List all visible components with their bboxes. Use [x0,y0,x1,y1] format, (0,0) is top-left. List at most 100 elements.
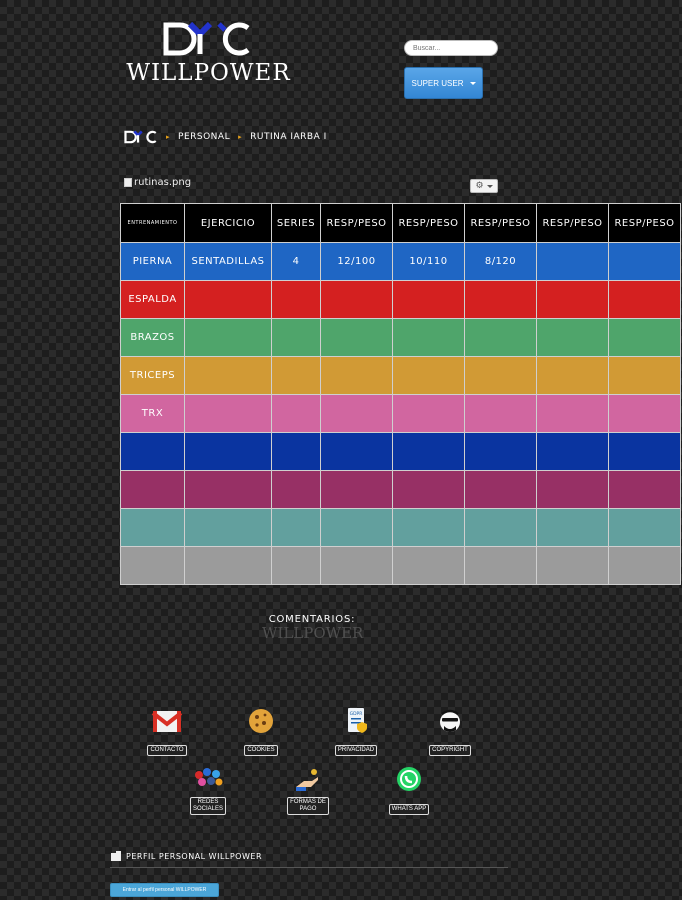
image-alt-text: rutinas.png [134,177,192,188]
table-cell [608,356,681,395]
footer-label: REDES SOCIALES [189,797,226,815]
table-cell [271,318,321,357]
table-cell: BRAZOS [120,318,185,357]
table-cell: 4 [271,242,321,281]
footer-contacto-link[interactable]: CONTACTO [137,706,197,756]
table-cell [464,394,537,433]
routine-table: ENTRENAMIENTO EJERCICIO SERIES RESP/PESO… [120,203,681,585]
footer-label: COOKIES [244,745,278,756]
gdpr-document-icon: GDPR [348,708,367,733]
table-row [120,546,681,585]
table-cell [392,280,465,319]
table-cell [184,508,272,547]
table-cell [320,470,393,509]
search-input[interactable] [404,40,498,56]
table-cell [271,432,321,471]
table-cell [536,280,609,319]
settings-dropdown-button[interactable]: ⚙ [470,179,498,193]
table-row: ESPALDA [120,280,681,319]
broken-image-icon [124,178,132,187]
table-cell [608,508,681,547]
footer-label: CONTACTO [147,745,187,756]
gmail-icon [151,711,183,732]
table-cell [320,318,393,357]
gear-icon: ⚙ [475,181,484,191]
table-cell [608,470,681,509]
table-cell [320,356,393,395]
table-cell: ESPALDA [120,280,185,319]
user-menu-button[interactable]: SUPER USER [404,67,483,99]
building-icon [111,851,121,861]
footer-label-line: SOCIALES [192,806,223,812]
table-header-row: ENTRENAMIENTO EJERCICIO SERIES RESP/PESO… [120,203,681,243]
column-header: RESP/PESO [608,203,681,243]
enter-profile-button[interactable]: Entrar al perfil personal WILLPOWER [110,883,219,897]
breadcrumb: ▸ PERSONAL ▸ RUTINA IARBA I [124,128,327,146]
table-cell [608,318,681,357]
footer-redes-link[interactable]: REDES SOCIALES [178,765,238,815]
table-cell [536,432,609,471]
home-logo-icon[interactable] [124,130,158,144]
table-cell [271,394,321,433]
table-row: PIERNA SENTADILLAS 4 12/100 10/110 8/120 [120,242,681,281]
table-cell [392,546,465,585]
column-header: ENTRENAMIENTO [120,203,185,243]
cookie-icon [249,709,273,733]
table-cell [184,280,272,319]
table-cell [320,394,393,433]
footer-label: PRIVACIDAD [334,745,378,756]
comments-title: COMENTARIOS: [268,614,356,625]
table-cell [608,546,681,585]
table-cell [184,318,272,357]
footer-whatsapp-link[interactable]: WHATS APP [379,765,439,815]
table-cell [184,394,272,433]
breadcrumb-item-current: RUTINA IARBA I [250,132,327,142]
footer-label: FORMAS DE PAGO [287,797,329,815]
table-cell: 8/120 [464,242,537,281]
table-cell [271,546,321,585]
table-row [120,470,681,509]
footer-pago-link[interactable]: FORMAS DE PAGO [278,765,338,815]
table-cell [320,280,393,319]
table-cell [536,394,609,433]
table-cell [536,546,609,585]
logo-text: WILLPOWER [126,60,291,86]
table-row [120,432,681,471]
table-cell [320,432,393,471]
site-logo[interactable]: WILLPOWER [126,22,291,88]
footer-privacidad-link[interactable]: GDPR PRIVACIDAD [326,706,386,756]
table-cell [392,508,465,547]
table-cell [320,508,393,547]
table-cell [392,394,465,433]
table-cell: 12/100 [320,242,393,281]
broken-image: rutinas.png [124,177,191,188]
table-cell [608,394,681,433]
table-cell [120,470,185,509]
table-cell [464,508,537,547]
column-header: RESP/PESO [464,203,537,243]
table-cell: TRX [120,394,185,433]
breadcrumb-item-personal[interactable]: PERSONAL [178,132,230,142]
comments-section: COMENTARIOS: WILLPOWER [262,614,363,642]
caret-down-icon [469,81,476,85]
table-cell [271,470,321,509]
table-cell [392,318,465,357]
table-cell [271,280,321,319]
comments-watermark: WILLPOWER [262,624,364,642]
whatsapp-icon [397,767,421,791]
table-cell [271,356,321,395]
table-cell [608,280,681,319]
column-header: SERIES [271,203,321,243]
footer-cookies-link[interactable]: COOKIES [231,706,291,756]
footer-copyright-link[interactable]: COPYRIGHT [420,706,480,756]
table-cell [184,356,272,395]
table-cell [536,318,609,357]
column-header: RESP/PESO [536,203,609,243]
table-cell [392,470,465,509]
table-cell [536,356,609,395]
copyright-face-icon [440,709,460,732]
table-cell [120,508,185,547]
column-header: RESP/PESO [392,203,465,243]
table-row: BRAZOS [120,318,681,357]
footer-label-line: PAGO [299,806,317,812]
